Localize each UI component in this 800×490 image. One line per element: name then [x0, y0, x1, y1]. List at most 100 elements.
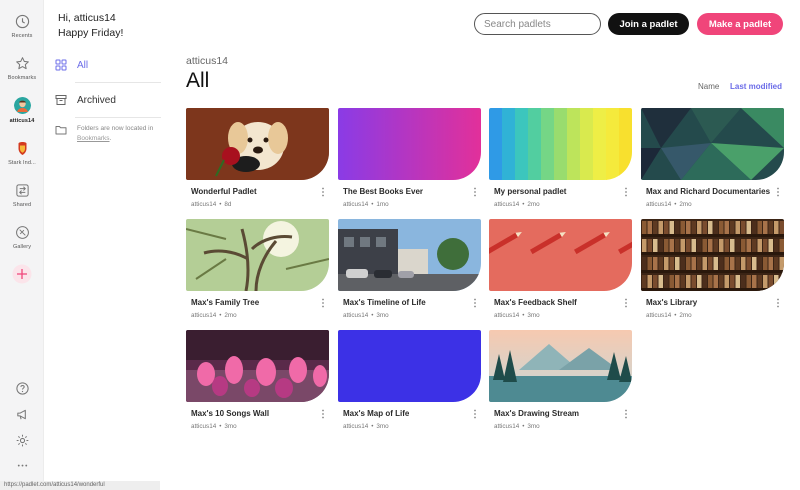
- padlet-card[interactable]: Max's Map of Life atticus14 • 3mo: [338, 330, 481, 434]
- rail-user-label: atticus14: [9, 118, 35, 124]
- padlet-age: 3mo: [527, 423, 540, 430]
- meta-separator: •: [522, 423, 525, 430]
- left-rail: Recents Bookmarks atticus14 Stark Ind...…: [0, 0, 44, 490]
- meta-separator: •: [674, 201, 677, 208]
- more-options-icon[interactable]: [622, 186, 630, 198]
- padlet-age: 3mo: [376, 423, 389, 430]
- padlet-title: My personal padlet: [494, 187, 567, 196]
- padlet-thumbnail: [338, 108, 481, 180]
- meta-separator: •: [219, 201, 222, 208]
- padlet-title: Max and Richard Documentaries: [646, 187, 771, 196]
- folder-icon: [55, 126, 67, 135]
- padlet-card[interactable]: The Best Books Ever atticus14 • 1mo: [338, 108, 481, 212]
- padlet-thumbnail: [641, 219, 784, 291]
- rail-settings[interactable]: [0, 433, 44, 448]
- padlet-card[interactable]: Max and Richard Documentaries atticus14 • 2…: [641, 108, 784, 212]
- padlet-card[interactable]: Wonderful Padlet atticus14 • 8d: [186, 108, 329, 212]
- help-icon: [15, 382, 29, 395]
- padlet-thumbnail: [186, 330, 329, 402]
- padlet-age: 3mo: [224, 423, 237, 430]
- page-title: All: [186, 69, 210, 92]
- padlet-thumbnail: [641, 108, 784, 180]
- padlet-thumbnail: [489, 219, 632, 291]
- padlet-card[interactable]: Max's Library atticus14 • 2mo: [641, 219, 784, 323]
- padlet-thumbnail: [338, 219, 481, 291]
- rail-bookmarks[interactable]: Bookmarks: [0, 56, 44, 81]
- padlet-card[interactable]: Max's Drawing Stream atticus14 • 3mo: [489, 330, 632, 434]
- padlet-title: Max's Timeline of Life: [343, 298, 426, 307]
- rail-add[interactable]: [0, 264, 44, 284]
- padlet-meta: atticus14 • 3mo: [343, 312, 389, 319]
- make-padlet-button[interactable]: Make a padlet: [697, 13, 783, 35]
- padlet-age: 2mo: [527, 201, 540, 208]
- more-options-icon[interactable]: [774, 297, 782, 309]
- rail-more[interactable]: [0, 458, 44, 473]
- more-options-icon[interactable]: [774, 186, 782, 198]
- padlet-age: 2mo: [224, 312, 237, 319]
- padlet-meta: atticus14 • 3mo: [191, 423, 237, 430]
- padlet-card[interactable]: Max's Family Tree atticus14 • 2mo: [186, 219, 329, 323]
- bookmarks-link[interactable]: Bookmarks: [77, 135, 110, 142]
- rail-gallery[interactable]: Gallery: [0, 225, 44, 250]
- search-input[interactable]: [474, 13, 601, 35]
- padlet-thumbnail: [489, 330, 632, 402]
- rail-recents[interactable]: Recents: [0, 14, 44, 39]
- rail-workspace-label: Stark Ind...: [8, 160, 36, 166]
- padlet-owner: atticus14: [494, 423, 520, 430]
- padlet-card[interactable]: My personal padlet atticus14 • 2mo: [489, 108, 632, 212]
- meta-separator: •: [219, 312, 222, 319]
- padlet-thumbnail: [186, 219, 329, 291]
- padlet-title: Max's Map of Life: [343, 409, 410, 418]
- padlet-meta: atticus14 • 2mo: [646, 312, 692, 319]
- rail-user[interactable]: atticus14: [0, 97, 44, 124]
- rail-announcements[interactable]: [0, 407, 44, 422]
- padlet-owner: atticus14: [191, 201, 217, 208]
- meta-separator: •: [219, 423, 222, 430]
- padlet-title: Max's Library: [646, 298, 698, 307]
- sort-by-name[interactable]: Name: [698, 82, 719, 91]
- padlet-owner: atticus14: [646, 312, 672, 319]
- more-options-icon[interactable]: [622, 297, 630, 309]
- more-icon: [17, 464, 27, 467]
- more-options-icon[interactable]: [319, 186, 327, 198]
- padlet-meta: atticus14 • 1mo: [343, 201, 389, 208]
- padlet-thumbnail: [338, 330, 481, 402]
- padlet-title: Max's Family Tree: [191, 298, 260, 307]
- padlet-title: Max's Feedback Shelf: [494, 298, 577, 307]
- padlet-owner: atticus14: [343, 201, 369, 208]
- padlet-card[interactable]: Max's Timeline of Life atticus14 • 3mo: [338, 219, 481, 323]
- more-options-icon[interactable]: [319, 408, 327, 420]
- more-options-icon[interactable]: [471, 408, 479, 420]
- sort-by-last-modified[interactable]: Last modified: [730, 82, 782, 91]
- star-icon: [15, 57, 29, 70]
- folder-all[interactable]: All: [53, 52, 163, 78]
- padlet-card[interactable]: Max's 10 Songs Wall atticus14 • 3mo: [186, 330, 329, 434]
- rail-shared[interactable]: Shared: [0, 183, 44, 208]
- workspace-avatar: [13, 139, 31, 156]
- padlet-thumbnail: [489, 108, 632, 180]
- more-options-icon[interactable]: [471, 186, 479, 198]
- more-options-icon[interactable]: [471, 297, 479, 309]
- more-options-icon[interactable]: [319, 297, 327, 309]
- more-options-icon[interactable]: [622, 408, 630, 420]
- folders-note-text: Folders are now located in Bookmarks.: [77, 124, 163, 143]
- padlet-card[interactable]: Max's Feedback Shelf atticus14 • 3mo: [489, 219, 632, 323]
- megaphone-icon: [16, 409, 26, 420]
- padlet-age: 2mo: [679, 312, 692, 319]
- folder-sidebar: All Archived Folders are now located in …: [53, 52, 163, 143]
- padlet-owner: atticus14: [494, 201, 520, 208]
- rail-help[interactable]: [0, 381, 44, 396]
- rail-workspace[interactable]: Stark Ind...: [0, 139, 44, 166]
- padlet-owner: atticus14: [343, 423, 369, 430]
- padlet-title: The Best Books Ever: [343, 187, 424, 196]
- padlet-meta: atticus14 • 2mo: [494, 201, 540, 208]
- padlet-owner: atticus14: [343, 312, 369, 319]
- join-padlet-button[interactable]: Join a padlet: [608, 13, 689, 35]
- folder-archived[interactable]: Archived: [53, 87, 163, 113]
- meta-separator: •: [522, 201, 525, 208]
- gallery-icon: [15, 226, 29, 239]
- padlet-meta: atticus14 • 8d: [191, 201, 231, 208]
- folder-archived-label: Archived: [77, 94, 116, 106]
- plus-icon: [12, 264, 32, 284]
- padlet-age: 3mo: [527, 312, 540, 319]
